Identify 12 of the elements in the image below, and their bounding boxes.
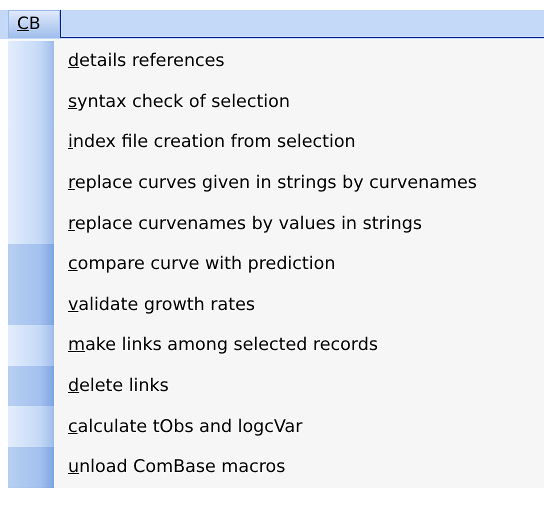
menu-item[interactable]: replace curves given in strings by curvenames — [68, 173, 477, 194]
menu-item[interactable]: replace curvenames by values in strings — [68, 214, 422, 234]
menu-item[interactable]: delete links — [68, 376, 169, 396]
menu-item[interactable]: validate growth rates — [68, 294, 255, 315]
menu-item[interactable]: details references — [68, 51, 225, 72]
menu-title[interactable]: CB — [8, 10, 60, 38]
menu-item[interactable]: syntax check of selection — [68, 92, 290, 112]
menu-item[interactable]: compare curve with prediction — [68, 254, 336, 274]
menu-item[interactable]: calculate tObs and logcVar — [68, 416, 302, 437]
menu-item[interactable]: make links among selected records — [68, 335, 378, 356]
menu-item[interactable]: index file creation from selection — [68, 132, 356, 152]
menu-item[interactable]: unload ComBase macros — [68, 457, 286, 478]
